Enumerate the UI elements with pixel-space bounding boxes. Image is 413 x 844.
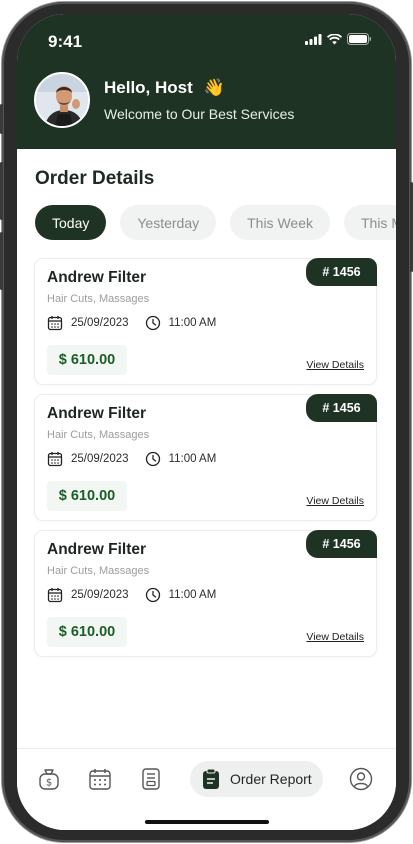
page-title: Order Details [35, 168, 155, 189]
service-list: Hair Cuts, Massages [47, 293, 150, 305]
order-amount: $ 610.00 [47, 481, 127, 511]
tab-this-week[interactable]: This Week [230, 205, 330, 240]
customer-name: Andrew Filter [47, 269, 147, 286]
calendar-icon [47, 452, 63, 467]
avatar[interactable] [34, 72, 90, 128]
order-number-badge: # 1456 [306, 258, 377, 286]
greeting-title: Hello, Host 👋 [104, 78, 225, 98]
mute-switch [0, 104, 3, 134]
calendar-icon [47, 316, 63, 331]
clipboard-icon [203, 768, 219, 789]
receipt-icon[interactable] [138, 766, 164, 792]
service-list: Hair Cuts, Massages [47, 429, 150, 441]
clock-icon [145, 451, 160, 467]
order-time: 11:00 AM [168, 589, 217, 601]
order-date: 25/09/2023 [71, 589, 129, 601]
calendar-icon [47, 588, 63, 603]
tab-today[interactable]: Today [35, 205, 107, 240]
order-date: 25/09/2023 [71, 453, 129, 465]
clock-icon [145, 587, 160, 603]
view-details-link[interactable]: View Details [306, 495, 364, 507]
order-date: 25/09/2023 [71, 317, 129, 329]
app-header: 9:41 Hello, Host 👋 Welcome to Our Best S… [17, 14, 396, 149]
avatar-photo [36, 74, 88, 126]
order-number-badge: # 1456 [306, 394, 377, 422]
order-time: 11:00 AM [168, 317, 217, 329]
order-amount: $ 610.00 [47, 345, 127, 375]
order-meta: 25/09/2023 11:00 AM [47, 315, 216, 331]
order-card[interactable]: Andrew Filter Hair Cuts, Massages # 1456… [34, 530, 377, 657]
view-details-link[interactable]: View Details [306, 631, 364, 643]
tab-yesterday[interactable]: Yesterday [120, 205, 217, 240]
wave-hand-icon: 👋 [203, 78, 225, 97]
app-screen: 9:41 Hello, Host 👋 Welcome to Our Best S… [17, 14, 396, 830]
greeting-text: Hello, Host [104, 78, 193, 97]
customer-name: Andrew Filter [47, 405, 147, 422]
wifi-icon [327, 33, 342, 44]
view-details-link[interactable]: View Details [306, 359, 364, 371]
status-time: 9:41 [48, 32, 83, 51]
date-filter-tabs: Today Yesterday This Week This Month [35, 205, 396, 240]
order-number-badge: # 1456 [306, 530, 377, 558]
bottom-nav: $ Order Report [17, 748, 396, 830]
profile-icon[interactable] [348, 766, 374, 792]
order-meta: 25/09/2023 11:00 AM [47, 587, 216, 603]
svg-text:$: $ [46, 778, 52, 789]
status-icons [305, 33, 372, 45]
signal-icon [305, 33, 322, 45]
battery-icon [347, 33, 371, 45]
calendar-icon[interactable] [87, 766, 113, 792]
customer-name: Andrew Filter [47, 541, 147, 558]
greeting-subtitle: Welcome to Our Best Services [104, 106, 295, 122]
nav-order-report-label: Order Report [230, 771, 312, 787]
home-indicator[interactable] [145, 820, 269, 824]
order-amount: $ 610.00 [47, 617, 127, 647]
order-time: 11:00 AM [168, 453, 217, 465]
order-meta: 25/09/2023 11:00 AM [47, 451, 216, 467]
volume-up-button [0, 162, 3, 220]
order-card[interactable]: Andrew Filter Hair Cuts, Massages # 1456… [34, 394, 377, 521]
money-bag-icon[interactable]: $ [36, 766, 62, 792]
volume-down-button [0, 232, 3, 290]
service-list: Hair Cuts, Massages [47, 565, 150, 577]
clock-icon [145, 315, 160, 331]
tab-this-month[interactable]: This Month [343, 205, 396, 240]
nav-order-report[interactable]: Order Report [190, 761, 323, 797]
order-card[interactable]: Andrew Filter Hair Cuts, Massages # 1456… [34, 258, 377, 385]
